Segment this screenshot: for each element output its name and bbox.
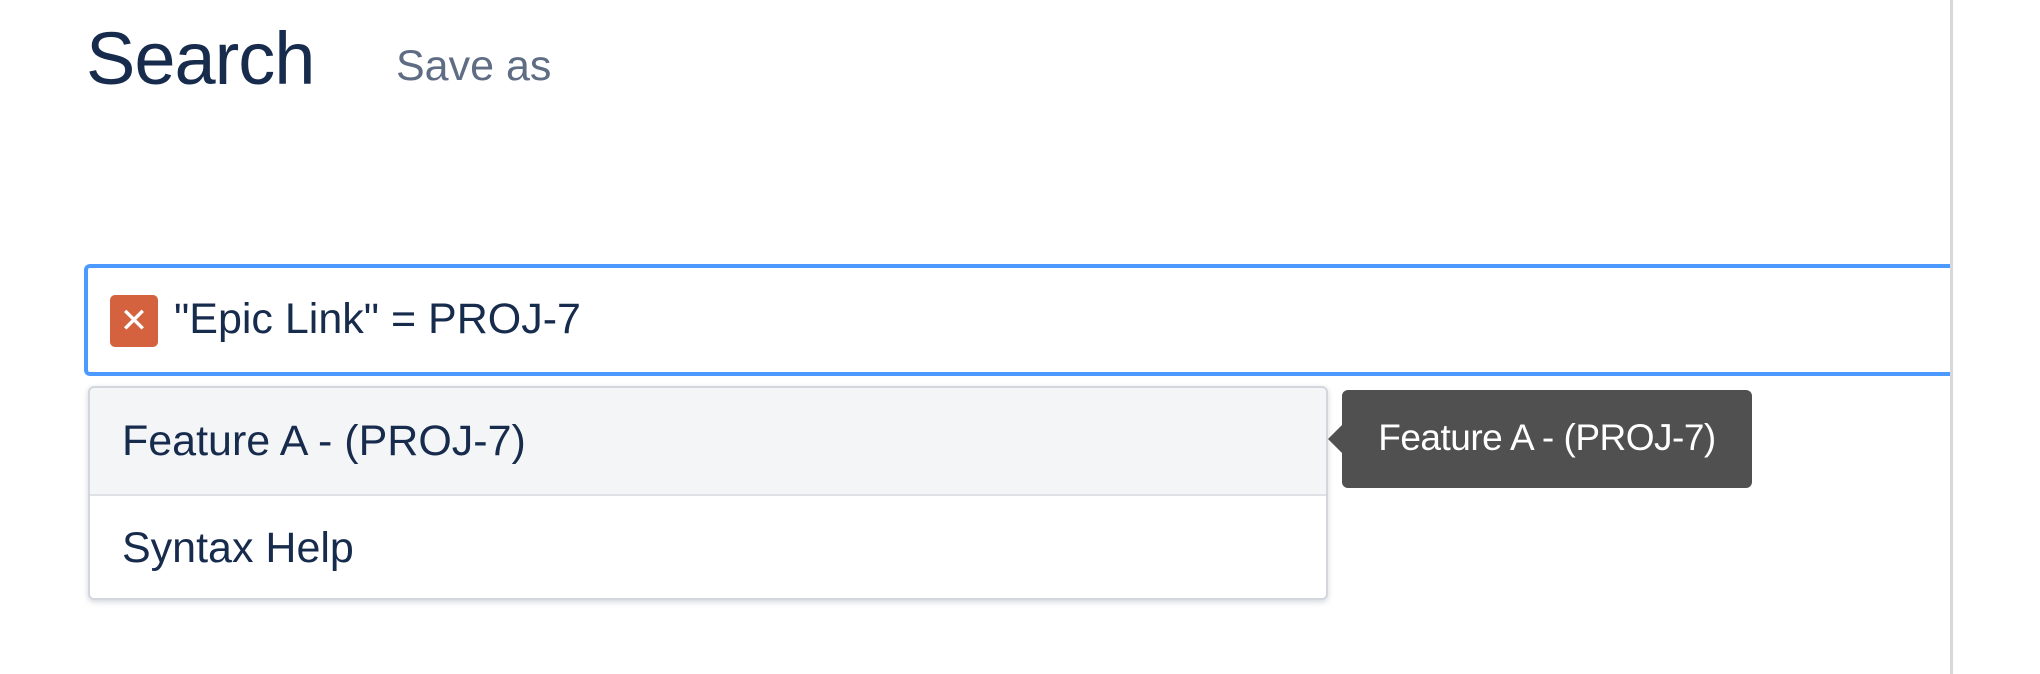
autocomplete-dropdown: Feature A - (PROJ-7) Syntax Help bbox=[88, 386, 1328, 600]
suggestion-item-feature-a[interactable]: Feature A - (PROJ-7) bbox=[90, 388, 1326, 496]
jql-query-text[interactable]: "Epic Link" = PROJ-7 bbox=[174, 290, 581, 348]
suggestion-tooltip: Feature A - (PROJ-7) bbox=[1328, 390, 1752, 488]
tooltip-arrow bbox=[1328, 425, 1342, 453]
search-page: Search Save as ✕ "Epic Link" = PROJ-7 Fe… bbox=[0, 0, 2040, 674]
close-x-icon: ✕ bbox=[110, 295, 158, 347]
panel-divider bbox=[1950, 0, 1953, 674]
tooltip-text: Feature A - (PROJ-7) bbox=[1378, 417, 1716, 458]
page-title: Search bbox=[86, 17, 315, 100]
save-as-button[interactable]: Save as bbox=[396, 40, 551, 92]
jql-search-input[interactable]: ✕ "Epic Link" = PROJ-7 bbox=[84, 264, 1950, 376]
suggestion-item-syntax-help[interactable]: Syntax Help bbox=[90, 496, 1326, 598]
